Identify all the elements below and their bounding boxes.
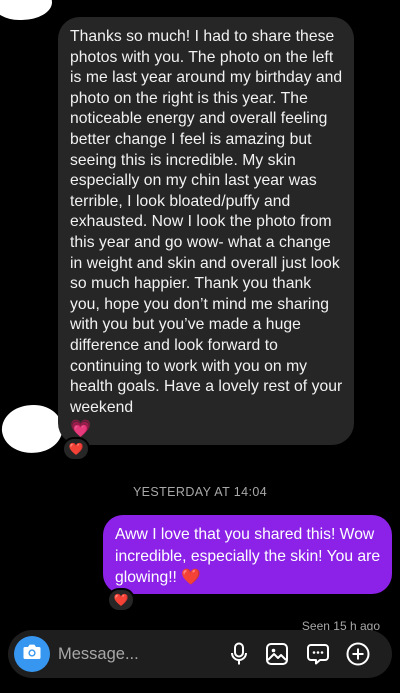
- outgoing-message-text: Aww I love that you shared this! Wow inc…: [115, 526, 381, 586]
- outgoing-heart-reaction[interactable]: ❤️: [107, 588, 135, 612]
- incoming-heart-reaction[interactable]: ❤️: [62, 437, 90, 461]
- red-heart-emoji: ❤️: [181, 569, 201, 586]
- date-separator: YESTERDAY AT 14:04: [132, 485, 268, 499]
- sender-avatar-redacted: [0, 401, 66, 457]
- camera-button[interactable]: [14, 636, 50, 672]
- camera-icon: [22, 643, 42, 666]
- incoming-message-bubble[interactable]: Thanks so much! I had to share these pho…: [58, 17, 354, 445]
- chat-screen: Thanks so much! I had to share these pho…: [0, 0, 400, 693]
- redaction-mark: [0, 0, 52, 20]
- sticker-icon[interactable]: [306, 642, 330, 666]
- message-input[interactable]: [58, 642, 218, 666]
- gallery-icon[interactable]: [265, 642, 289, 666]
- incoming-message-text: Thanks so much! I had to share these pho…: [70, 28, 343, 439]
- microphone-icon[interactable]: [227, 642, 251, 666]
- plus-icon[interactable]: [346, 642, 370, 666]
- outgoing-message-bubble[interactable]: Aww I love that you shared this! Wow inc…: [103, 515, 392, 594]
- pink-heart-emoji: 💗: [70, 419, 92, 439]
- message-composer: [8, 630, 392, 678]
